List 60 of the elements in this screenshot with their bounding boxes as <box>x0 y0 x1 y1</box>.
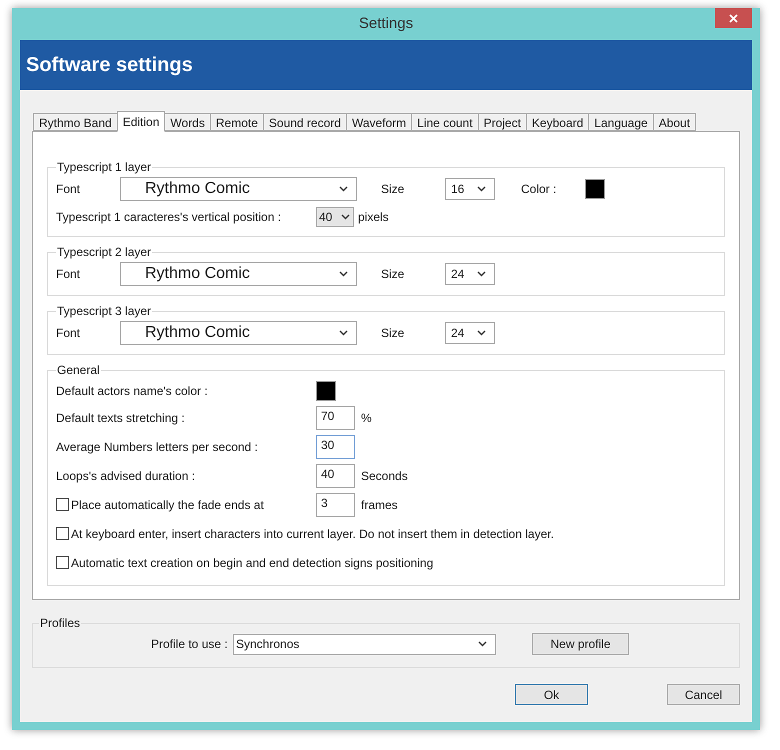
dropdown[interactable]: Rythmo Comic <box>120 262 357 286</box>
input-field[interactable]: 70 <box>316 406 355 430</box>
group-title: Profiles <box>39 615 82 632</box>
field-label: Typescript 1 caracteres's vertical position : <box>56 209 282 226</box>
window-title: Settings <box>358 14 414 34</box>
field-label: Profile to use : <box>151 636 229 653</box>
field-label: Font <box>56 181 82 198</box>
tab[interactable]: Words <box>164 113 211 131</box>
unit-label: % <box>361 410 372 426</box>
tab[interactable]: Keyboard <box>526 113 590 131</box>
dropdown[interactable]: Rythmo Comic <box>120 177 357 201</box>
checkbox-label[interactable]: Place automatically the fade ends at <box>71 496 316 514</box>
group-title: Typescript 1 layer <box>56 159 152 176</box>
dropdown[interactable]: Rythmo Comic <box>120 321 357 345</box>
close-icon <box>729 14 738 22</box>
input-field[interactable]: 3 <box>316 492 355 516</box>
new-profile-button[interactable]: New profile <box>532 633 629 655</box>
tab[interactable]: Edition <box>116 111 166 132</box>
dropdown[interactable]: 24 <box>445 322 495 344</box>
tab[interactable]: Line count <box>411 113 479 131</box>
input-field[interactable]: 30 <box>316 434 355 458</box>
field-label: Color : <box>521 181 558 198</box>
checkbox[interactable] <box>56 527 69 540</box>
tab[interactable]: About <box>652 113 696 131</box>
color-swatch[interactable] <box>585 179 605 199</box>
dropdown[interactable]: 40 <box>316 207 354 227</box>
color-swatch[interactable] <box>316 381 336 401</box>
field-label: Loops's advised duration : <box>56 468 196 484</box>
field-label: Font <box>56 266 82 283</box>
dialog-button[interactable]: Ok <box>515 684 588 705</box>
field-label: Size <box>381 181 406 198</box>
checkbox-label[interactable]: Automatic text creation on begin and end detection signs positioning <box>71 554 434 572</box>
field-label: Size <box>381 325 406 342</box>
close-button[interactable] <box>715 8 752 28</box>
tab[interactable]: Rythmo Band <box>33 113 118 131</box>
field-label: Default actors name's color : <box>56 383 209 400</box>
field-label: Average Numbers letters per second : <box>56 438 259 456</box>
dropdown[interactable]: 16 <box>445 178 495 200</box>
tab[interactable]: Language <box>588 113 654 131</box>
dropdown[interactable]: Synchronos <box>233 634 496 654</box>
group-title: Typescript 3 layer <box>56 303 152 320</box>
tab[interactable]: Project <box>478 113 527 131</box>
field-label: Font <box>56 325 82 342</box>
field-label: Size <box>381 266 406 283</box>
checkbox-label[interactable]: At keyboard enter, insert characters into current layer. Do not insert them in detection layer. <box>71 524 554 542</box>
checkbox[interactable] <box>56 498 69 511</box>
unit-label: Seconds <box>361 468 408 484</box>
group-title: Typescript 2 layer <box>56 244 152 261</box>
tab[interactable]: Sound record <box>262 113 347 131</box>
dialog-button[interactable]: Cancel <box>667 684 740 705</box>
tab[interactable]: Remote <box>210 113 264 131</box>
dropdown[interactable]: 24 <box>445 263 495 285</box>
field-label: Default texts stretching : <box>56 410 186 426</box>
unit-label: pixels <box>358 209 389 226</box>
checkbox[interactable] <box>56 556 69 569</box>
tab[interactable]: Waveform <box>346 113 412 131</box>
group-title: General <box>56 362 101 379</box>
input-field[interactable]: 40 <box>316 464 355 488</box>
unit-label: frames <box>361 496 398 514</box>
header-title: Software settings <box>26 53 193 78</box>
